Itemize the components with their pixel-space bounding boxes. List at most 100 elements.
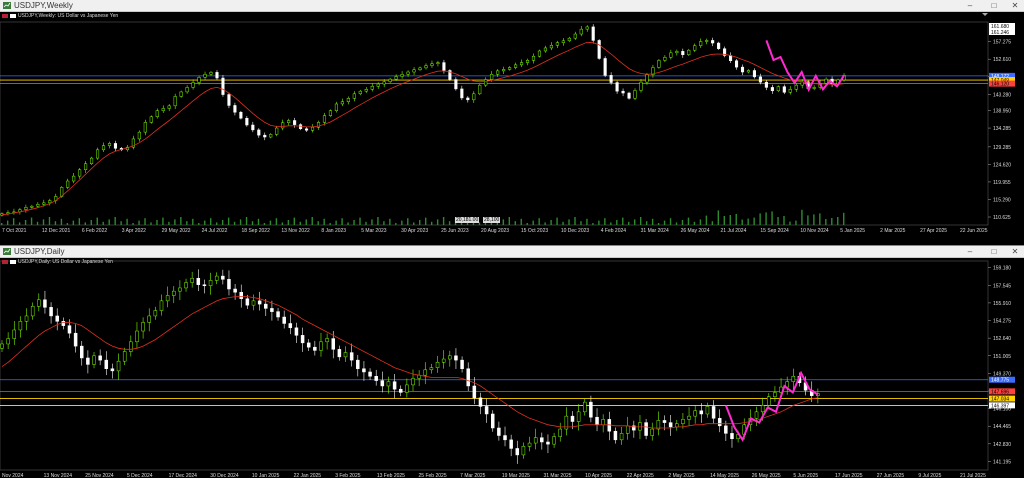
candle-body (24, 207, 28, 210)
candle-body (812, 87, 816, 89)
candle-body (113, 143, 118, 149)
weekly-price-chart[interactable]: 157.275152.610147.945143.280138.950134.2… (0, 12, 1024, 245)
candle-body (233, 288, 237, 293)
maximize-button[interactable]: □ (987, 0, 1001, 11)
volume-bar (598, 220, 600, 225)
candle-body (294, 327, 299, 336)
x-tick-label: 6 Feb 2022 (82, 228, 108, 234)
candle-body (711, 406, 716, 419)
volume-bar (227, 217, 230, 225)
us-flag-icon (2, 259, 8, 264)
candle-body (585, 26, 589, 30)
x-tick-label: 5 Mar 2023 (361, 228, 387, 234)
candle-body (705, 406, 710, 415)
y-tick-label: 119.955 (993, 180, 1011, 186)
daily-chart-window[interactable]: USDJPY,Daily – □ ✕ 159.180 157.545 155.910… (0, 245, 1024, 478)
daily-title-bar[interactable]: USDJPY,Daily – □ ✕ (0, 246, 1024, 258)
candle-body (758, 76, 762, 83)
x-tick-label: 19 Mar 2025 (502, 473, 530, 478)
daily-price-chart[interactable]: 159.180 157.545 155.910 154.275 152.640 151.0… (0, 258, 1024, 478)
candle-body (435, 362, 440, 368)
x-tick-label: 31 Mar 2024 (641, 228, 669, 234)
candle-body (165, 295, 170, 302)
candle-body (42, 202, 46, 205)
y-tick-label: 134.285 (993, 126, 1011, 132)
x-tick-label: 14 May 2025 (710, 473, 739, 478)
weekly-chart-window[interactable]: USDJPY,Weekly – □ ✕ 157.275152.610147.94… (0, 0, 1024, 245)
maximize-button[interactable]: □ (987, 246, 1001, 257)
candle-body (579, 28, 583, 35)
volume-bar (233, 221, 236, 225)
candle-body (270, 308, 274, 312)
candle-body (61, 321, 66, 326)
candle-body (368, 371, 372, 377)
candle-body (66, 180, 70, 188)
volume-bar (102, 221, 104, 225)
candle-body (49, 307, 53, 317)
candle-body (460, 359, 464, 369)
x-tick-label: 25 Feb 2025 (419, 473, 447, 478)
volume-bar (138, 220, 140, 225)
volume-bar (610, 222, 612, 225)
candle-body (657, 60, 661, 68)
x-tick-label: 27 Jun 2025 (877, 473, 905, 478)
x-tick-label: 22 Jan 2025 (294, 473, 322, 478)
volume-bar (192, 218, 194, 225)
candle-body (687, 415, 691, 420)
price-tag-label: 146.120 (991, 82, 1009, 88)
price-tag-label: 147.034 (991, 397, 1009, 403)
candle-body (764, 81, 768, 88)
volume-bar (108, 219, 110, 225)
volume-bar (711, 221, 714, 225)
candle-body (227, 279, 231, 290)
weekly-title-bar[interactable]: USDJPY,Weekly – □ ✕ (0, 0, 1024, 12)
candle-body (583, 401, 587, 413)
candle-body (382, 81, 386, 85)
volume-bar (239, 219, 242, 225)
volume-bar (514, 221, 516, 225)
volume-bar (723, 216, 725, 225)
close-button[interactable]: ✕ (1008, 0, 1022, 11)
plot-area (0, 260, 989, 471)
minimize-button[interactable]: – (963, 246, 977, 257)
candle-body (776, 86, 780, 92)
x-tick-label: 5 Jan 2025 (840, 228, 865, 234)
x-tick-label: 21 Jul 2024 (721, 228, 747, 234)
candle-body (143, 122, 147, 133)
volume-bar (843, 212, 845, 225)
volume-bar (6, 220, 9, 225)
volume-bar (221, 220, 224, 225)
volume-bar (365, 221, 367, 225)
weekly-volume-tag: 20,181.00 (455, 217, 480, 223)
candle-body (202, 284, 207, 287)
candle-body (352, 93, 356, 99)
x-tick-label: 29 May 2022 (162, 228, 191, 234)
y-tick-label: 151.005 (993, 354, 1011, 360)
volume-bar (520, 218, 522, 225)
candle-body (153, 310, 158, 317)
candle-body (6, 338, 10, 345)
candle-body (370, 86, 374, 90)
volume-bar (389, 218, 391, 225)
close-button[interactable]: ✕ (1008, 246, 1022, 257)
price-tag-label: 146.397 (991, 403, 1009, 409)
candle-body (549, 45, 553, 49)
candle-body (423, 369, 428, 376)
candle-body (358, 90, 362, 95)
candle-body (752, 70, 757, 78)
volume-bar (24, 220, 27, 225)
candle-body (129, 341, 133, 352)
volume-bar (36, 221, 39, 225)
candle-body (490, 413, 495, 429)
candle-body (693, 45, 697, 51)
candle-body (73, 332, 78, 347)
candle-body (533, 437, 538, 444)
volume-bar (675, 222, 678, 225)
y-tick-label: 152.640 (993, 336, 1011, 342)
candle-body (251, 300, 256, 306)
volume-bar (562, 221, 564, 225)
candle-body (663, 57, 667, 61)
japan-flag-icon (10, 259, 16, 264)
volume-bar (245, 217, 248, 225)
minimize-button[interactable]: – (963, 0, 977, 11)
